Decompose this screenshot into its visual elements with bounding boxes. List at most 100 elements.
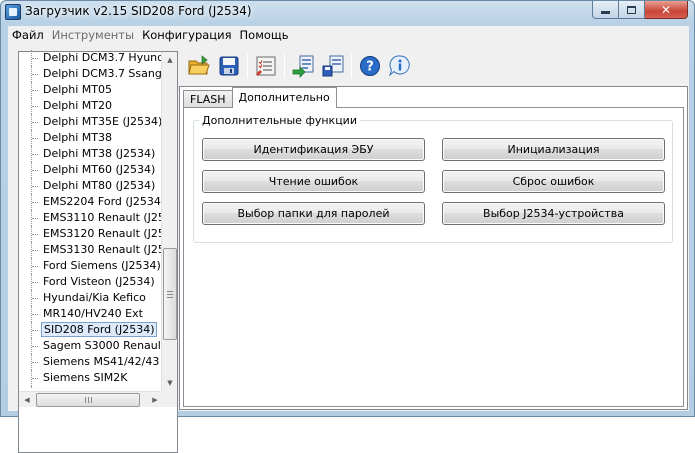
tree-item-label: Siemens SIM2K-.. [41, 386, 139, 389]
tree-item-label: Siemens MS41/42/43 [43, 355, 160, 368]
tab-flash[interactable]: FLASH [183, 90, 233, 108]
additional-functions-group: Дополнительные функции Идентификация ЭБУ… [193, 114, 673, 243]
minimize-button[interactable] [592, 1, 619, 19]
minimize-icon [601, 11, 610, 14]
toolbar-separator [247, 54, 248, 78]
tree-item[interactable]: Siemens MS41/42/43 [19, 354, 163, 370]
tree-item[interactable]: Siemens SIM2K [19, 370, 163, 386]
select-j2534-device-button[interactable]: Выбор J2534-устройства [442, 202, 665, 225]
menu-configuration[interactable]: Конфигурация [138, 26, 235, 45]
help-button[interactable]: ? [357, 53, 383, 79]
tree-item[interactable]: EMS3120 Renault (J2534 [19, 226, 163, 242]
tree-item-label: Ford Visteon (J2534) [43, 275, 155, 288]
reset-errors-button[interactable]: Сброс ошибок [442, 170, 665, 193]
tree-item-label: EMS3130 Renault (J2534 [43, 243, 163, 256]
tree-item[interactable]: Delphi MT35E (J2534) [19, 114, 163, 130]
tree-item[interactable]: Delphi MT80 (J2534) [19, 178, 163, 194]
tree-item-label: Delphi MT35E (J2534) [43, 115, 163, 128]
tab-strip: FLASH Дополнительно [183, 87, 337, 108]
scroll-left-arrow-icon[interactable]: ◀ [19, 392, 35, 408]
info-button[interactable] [387, 53, 413, 79]
app-icon[interactable] [5, 4, 21, 20]
tree-item-label: Delphi MT05 [43, 83, 113, 96]
tree-item[interactable]: Hyundai/Kia Kefico [19, 290, 163, 306]
client-area: Delphi DCM3.7 Hyundai/Delphi DCM3.7 Ssan… [8, 45, 689, 453]
title-bar[interactable]: Загрузчик v2.15 SID208 Ford (J2534) ✕ [1, 1, 694, 25]
maximize-button[interactable] [619, 1, 645, 19]
tree-item-label: Delphi MT38 [43, 131, 113, 144]
initialize-button[interactable]: Инициализация [442, 138, 665, 161]
tree-item[interactable]: Delphi DCM3.7 Hyundai/ [19, 50, 163, 66]
main-panel: FLASH Дополнительно Дополнительные функц… [179, 86, 688, 410]
identify-ecu-button[interactable]: Идентификация ЭБУ [202, 138, 425, 161]
read-errors-button[interactable]: Чтение ошибок [202, 170, 425, 193]
toolbar: ? [186, 51, 686, 81]
horizontal-scroll-thumb[interactable] [36, 393, 140, 407]
tree-item-label: Delphi MT80 (J2534) [43, 179, 156, 192]
write-ecu-icon [322, 55, 344, 77]
tree-item[interactable]: Ford Siemens (J2534) [19, 258, 163, 274]
app-window: Загрузчик v2.15 SID208 Ford (J2534) ✕ Фа… [0, 0, 695, 453]
tree-item[interactable]: EMS3110 Renault (J2534 [19, 210, 163, 226]
svg-text:?: ? [366, 60, 374, 75]
menu-tools[interactable]: Инструменты [48, 26, 138, 45]
write-ecu-button[interactable] [320, 53, 346, 79]
checklist-icon [256, 56, 276, 76]
tree-item-label: Delphi MT38 (J2534) [43, 147, 156, 160]
tree-item-label: SID208 Ford (J2534) [41, 322, 158, 337]
info-icon [389, 55, 410, 77]
tree-item[interactable]: Delphi MT38 (J2534) [19, 146, 163, 162]
tree-item-label: Siemens SIM2K [43, 371, 128, 384]
scrollbar-corner [161, 391, 177, 407]
tree-item[interactable]: Delphi MT38 [19, 130, 163, 146]
tree-item-label: Delphi MT60 (J2534) [43, 163, 156, 176]
tree-horizontal-scrollbar[interactable]: ◀ ▶ [19, 391, 163, 407]
password-folder-button[interactable]: Выбор папки для паролей [202, 202, 425, 225]
tree-item-label: MR140/HV240 Ext [43, 307, 143, 320]
toolbar-separator [284, 54, 285, 78]
tree-item[interactable]: SID208 Ford (J2534) [19, 322, 163, 338]
save-button[interactable] [216, 53, 242, 79]
save-disk-icon [219, 56, 239, 76]
read-ecu-icon [292, 55, 314, 78]
scroll-down-arrow-icon[interactable]: ▼ [162, 375, 178, 391]
tree-item-label: Delphi MT20 [43, 99, 113, 112]
tree-item-label: Sagem S3000 Renault (J2 [43, 339, 163, 352]
tree-item[interactable]: Sagem S3000 Renault (J2 [19, 338, 163, 354]
tree-item[interactable]: EMS3130 Renault (J2534 [19, 242, 163, 258]
checklist-button[interactable] [253, 53, 279, 79]
menu-help[interactable]: Помощь [236, 26, 293, 45]
tree-vertical-scrollbar[interactable]: ▲ ▼ [161, 52, 177, 391]
tree-item[interactable]: MR140/HV240 Ext [19, 306, 163, 322]
tab-additional[interactable]: Дополнительно [231, 87, 337, 108]
tree-item[interactable]: Siemens SIM2K-.. [19, 386, 163, 389]
read-ecu-button[interactable] [290, 53, 316, 79]
tree-item-label: Hyundai/Kia Kefico [43, 291, 146, 304]
tab-page-additional: Дополнительные функции Идентификация ЭБУ… [183, 107, 684, 407]
menu-file[interactable]: Файл [8, 26, 48, 45]
ecu-tree: Delphi DCM3.7 Hyundai/Delphi DCM3.7 Ssan… [18, 50, 178, 453]
vertical-scroll-thumb[interactable] [163, 248, 177, 340]
menu-bar: Файл Инструменты Конфигурация Помощь [8, 26, 689, 45]
tree-item-label: Ford Siemens (J2534) [43, 259, 161, 272]
tree-item-label: EMS3110 Renault (J2534 [43, 211, 163, 224]
caption-buttons: ✕ [592, 1, 688, 19]
maximize-icon [627, 5, 636, 14]
tree-item[interactable]: Ford Visteon (J2534) [19, 274, 163, 290]
tree-item[interactable]: EMS2204 Ford (J2534) [19, 194, 163, 210]
tree-item[interactable]: Delphi DCM3.7 SsangYo [19, 66, 163, 82]
tree-item[interactable]: Delphi MT05 [19, 82, 163, 98]
tree-item-label: EMS3120 Renault (J2534 [43, 227, 163, 240]
tree-item-label: Delphi DCM3.7 SsangYo [43, 67, 163, 80]
scroll-up-arrow-icon[interactable]: ▲ [162, 52, 178, 68]
open-folder-icon [188, 55, 210, 75]
window-title: Загрузчик v2.15 SID208 Ford (J2534) [25, 4, 252, 18]
toolbar-separator [351, 54, 352, 78]
tree-item[interactable]: Delphi MT20 [19, 98, 163, 114]
ecu-tree-list: Delphi DCM3.7 Hyundai/Delphi DCM3.7 Ssan… [19, 50, 163, 389]
tree-item[interactable]: Delphi MT60 (J2534) [19, 162, 163, 178]
close-button[interactable]: ✕ [645, 1, 688, 19]
tree-item-label: Delphi DCM3.7 Hyundai/ [43, 51, 163, 64]
open-folder-button[interactable] [186, 53, 212, 79]
close-icon: ✕ [660, 2, 672, 17]
